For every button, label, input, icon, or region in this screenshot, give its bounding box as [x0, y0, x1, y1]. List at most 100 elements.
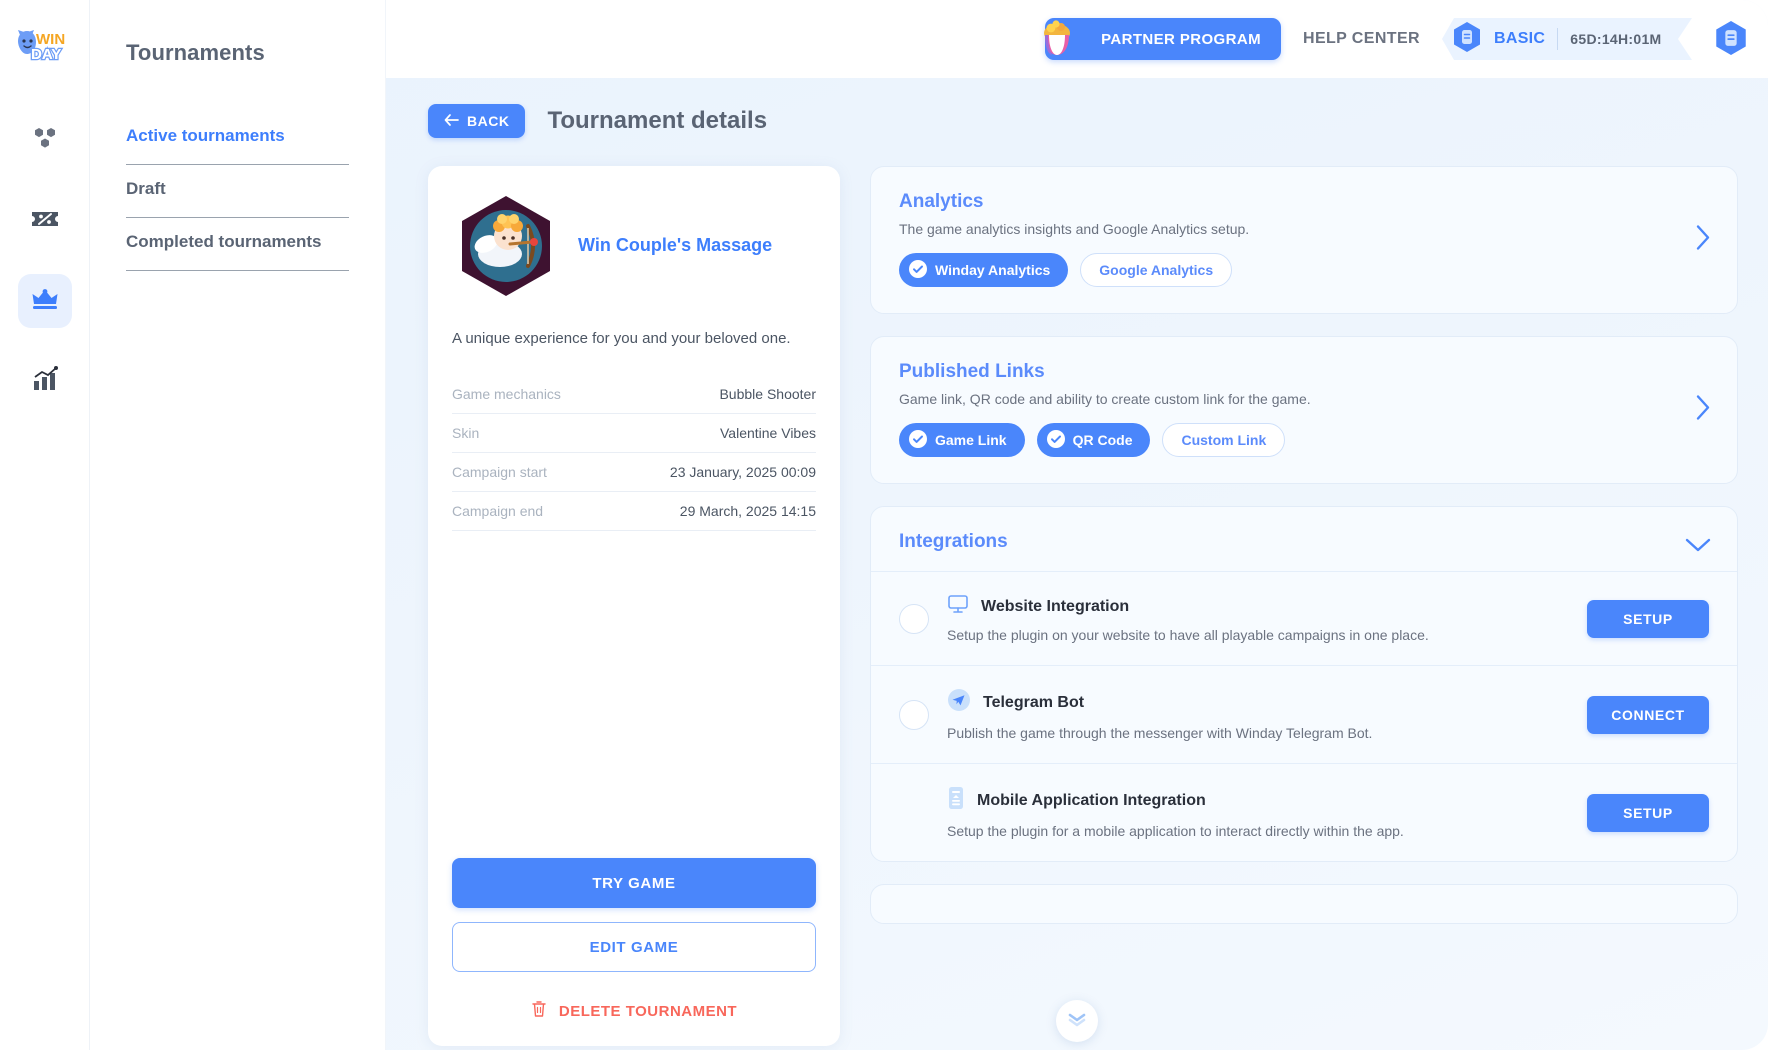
subnav-item-completed-tournaments[interactable]: Completed tournaments	[126, 218, 349, 271]
integration-body: Telegram Bot Publish the game through th…	[947, 688, 1569, 741]
game-thumbnail-icon	[452, 192, 560, 300]
pill-game-link[interactable]: Game Link	[899, 423, 1025, 457]
rail-item-analytics[interactable]	[18, 354, 72, 408]
crown-icon	[30, 285, 60, 318]
pill-label: QR Code	[1072, 432, 1133, 448]
spec-row: Game mechanics Bubble Shooter	[452, 375, 816, 414]
pill-winday-analytics[interactable]: Winday Analytics	[899, 253, 1069, 287]
plan-name: BASIC	[1494, 30, 1546, 47]
plan-hex-icon	[1452, 21, 1482, 58]
next-panel-stub[interactable]	[870, 884, 1738, 924]
integration-description: Setup the plugin for a mobile applicatio…	[947, 823, 1404, 839]
integration-body: Website Integration Setup the plugin on …	[947, 594, 1569, 643]
rail-item-promo[interactable]	[18, 194, 72, 248]
integration-title-row: Mobile Application Integration	[947, 786, 1569, 815]
spec-key: Campaign end	[452, 503, 544, 519]
double-chevron-down-icon	[1067, 1011, 1087, 1032]
main-area: PARTNER PROGRAM HELP CENTER BASIC 65D:14…	[386, 0, 1768, 1050]
top-bar: PARTNER PROGRAM HELP CENTER BASIC 65D:14…	[386, 0, 1768, 78]
integration-title: Website Integration	[981, 597, 1130, 615]
published-links-subtitle: Game link, QR code and ability to create…	[899, 391, 1311, 407]
app-window: WIN DAY DAY Tournaments Active tournamen…	[0, 0, 1768, 1050]
integration-description: Publish the game through the messenger w…	[947, 725, 1373, 741]
partner-program-label: PARTNER PROGRAM	[1101, 30, 1261, 48]
integration-title: Telegram Bot	[983, 693, 1085, 711]
chevron-right-icon[interactable]	[1695, 395, 1711, 426]
pill-label: Winday Analytics	[935, 262, 1051, 278]
help-center-link[interactable]: HELP CENTER	[1303, 30, 1420, 48]
mobile-app-icon	[947, 786, 965, 815]
spec-row: Campaign start 23 January, 2025 00:09	[452, 453, 816, 492]
analytics-panel[interactable]: Analytics The game analytics insights an…	[870, 166, 1738, 314]
pill-google-analytics[interactable]: Google Analytics	[1080, 253, 1233, 287]
delete-tournament-button[interactable]: DELETE TOURNAMENT	[452, 1000, 816, 1022]
subnav-item-draft[interactable]: Draft	[126, 165, 349, 218]
help-center-label: HELP CENTER	[1302, 30, 1420, 47]
analytics-subtitle: The game analytics insights and Google A…	[899, 221, 1250, 237]
integrations-panel: Integrations Website Integration Setup t…	[870, 506, 1738, 862]
integration-title: Mobile Application Integration	[977, 791, 1206, 809]
spec-value: Valentine Vibes	[720, 425, 816, 441]
integration-title-row: Telegram Bot	[947, 688, 1569, 717]
spec-key: Skin	[452, 425, 480, 441]
scroll-down-button[interactable]	[1056, 1000, 1098, 1042]
rail-item-games[interactable]	[18, 114, 72, 168]
subnav-title: Tournaments	[126, 40, 265, 65]
pill-qr-code[interactable]: QR Code	[1036, 423, 1151, 457]
plan-divider	[1557, 28, 1558, 50]
partner-program-button[interactable]: PARTNER PROGRAM	[1044, 18, 1281, 60]
plan-badge[interactable]: BASIC 65D:14H:01M	[1442, 18, 1692, 60]
spec-key: Campaign start	[452, 464, 547, 480]
spec-value: 29 March, 2025 14:15	[679, 503, 816, 519]
integration-row-telegram: Telegram Bot Publish the game through th…	[871, 665, 1737, 763]
spec-key: Game mechanics	[452, 386, 561, 402]
trash-icon	[531, 1000, 547, 1022]
website-setup-button[interactable]: SETUP	[1587, 599, 1709, 638]
spec-value: 23 January, 2025 00:09	[669, 464, 816, 480]
delete-tournament-label: DELETE TOURNAMENT	[558, 1002, 738, 1020]
plan-timer: 65D:14H:01M	[1570, 31, 1662, 47]
chevron-down-icon[interactable]	[1685, 537, 1711, 558]
chevron-right-icon[interactable]	[1695, 225, 1711, 256]
analytics-title: Analytics	[899, 191, 984, 212]
page-header: BACK Tournament details	[428, 104, 1738, 138]
back-label: BACK	[467, 113, 510, 129]
try-game-button[interactable]: TRY GAME	[452, 858, 816, 908]
integration-body: Mobile Application Integration Setup the…	[947, 786, 1569, 839]
published-links-panel[interactable]: Published Links Game link, QR code and a…	[870, 336, 1738, 484]
mobile-setup-button[interactable]: SETUP	[1587, 793, 1709, 832]
check-circle-icon	[909, 429, 927, 451]
details-columns: Win Couple's Massage A unique experience…	[428, 166, 1738, 1046]
integration-row-website: Website Integration Setup the plugin on …	[871, 571, 1737, 665]
integration-toggle-circle[interactable]	[899, 699, 929, 730]
integration-description: Setup the plugin on your website to have…	[947, 627, 1429, 643]
winday-logo[interactable]: WIN DAY DAY	[14, 26, 76, 70]
bar-chart-icon	[31, 365, 59, 398]
subnav-item-label: Active tournaments	[126, 126, 285, 145]
pill-label: Game Link	[935, 432, 1007, 448]
back-button[interactable]: BACK	[428, 104, 526, 138]
rail-item-tournaments[interactable]	[17, 274, 72, 328]
telegram-connect-button[interactable]: CONNECT	[1587, 695, 1709, 734]
telegram-icon	[947, 688, 971, 717]
subnav-item-active-tournaments[interactable]: Active tournaments	[126, 112, 349, 165]
spec-row: Skin Valentine Vibes	[452, 414, 816, 453]
integration-toggle-circle[interactable]	[899, 603, 929, 634]
pill-custom-link[interactable]: Custom Link	[1162, 423, 1286, 457]
game-card-actions: TRY GAME EDIT GAME DELETE TOURNAMENT	[452, 858, 816, 1022]
integrations-title: Integrations	[899, 531, 1008, 552]
game-summary-card: Win Couple's Massage A unique experience…	[428, 166, 840, 1046]
account-avatar[interactable]	[1714, 19, 1750, 59]
published-links-pill-row: Game Link QR Code Custom Link	[899, 423, 1709, 457]
game-name[interactable]: Win Couple's Massage	[578, 234, 772, 257]
check-circle-icon	[909, 259, 927, 281]
published-links-title: Published Links	[899, 361, 1045, 382]
edit-game-button[interactable]: EDIT GAME	[452, 922, 816, 972]
icon-rail: WIN DAY DAY	[0, 0, 90, 1050]
spec-row: Campaign end 29 March, 2025 14:15	[452, 492, 816, 531]
integrations-header[interactable]: Integrations	[871, 507, 1737, 571]
monitor-icon	[947, 594, 969, 619]
content-scroll-area[interactable]: BACK Tournament details Win Couple's Mas…	[386, 78, 1768, 1050]
svg-text:DAY: DAY	[31, 46, 61, 63]
game-header: Win Couple's Massage	[452, 192, 816, 300]
